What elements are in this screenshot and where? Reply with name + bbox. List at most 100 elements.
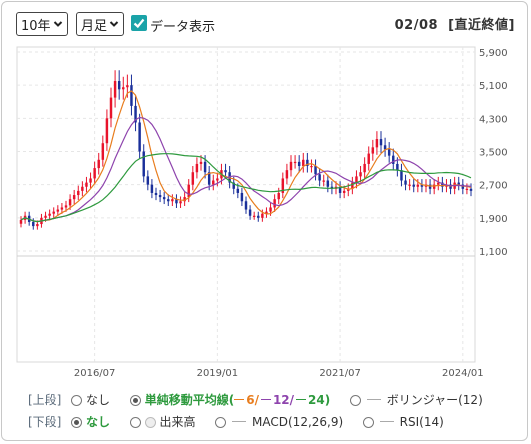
candle-body xyxy=(269,207,272,212)
candle-body xyxy=(101,143,105,160)
x-tick-label: 2016/07 xyxy=(74,368,116,379)
candle-body xyxy=(36,224,39,227)
candle-body xyxy=(150,184,154,193)
candle-body xyxy=(97,159,100,169)
candle-body xyxy=(392,155,395,164)
candle-body xyxy=(240,192,244,202)
candle-body xyxy=(19,219,23,224)
candle-body xyxy=(212,180,215,185)
candle-body xyxy=(138,122,141,152)
candle-body xyxy=(277,192,280,200)
candle-body xyxy=(383,145,387,150)
candle-body xyxy=(416,184,420,187)
price-chart: 5,900 5,100 4,300 3,500 2,700 1,900 1,100 2016… xyxy=(16,46,508,379)
y-tick-label: 3,500 xyxy=(479,148,508,159)
candle-body xyxy=(195,163,199,173)
candle-body xyxy=(314,166,317,175)
upper-label: [上段] xyxy=(28,393,62,407)
x-tick-label: 2021/07 xyxy=(319,368,361,379)
lower-none-label: なし xyxy=(86,415,111,429)
volume-radio[interactable] xyxy=(129,417,141,428)
candle-body xyxy=(252,215,256,217)
candle-body xyxy=(322,180,325,182)
candle-body xyxy=(162,197,166,200)
candle-body xyxy=(105,118,109,144)
candle-body xyxy=(77,190,80,196)
candle-body xyxy=(379,139,383,146)
macd-radio[interactable] xyxy=(215,417,227,428)
candle-body xyxy=(289,161,293,171)
lower-label: [下段] xyxy=(28,415,62,429)
candle-body xyxy=(396,163,399,171)
candle-body xyxy=(44,215,47,218)
sma-label: 単純移動平均線( xyxy=(144,393,235,407)
y-tick-label: 2,700 xyxy=(479,181,508,192)
candle-body xyxy=(363,163,366,173)
candle-body xyxy=(404,180,407,185)
candle-body xyxy=(244,201,248,210)
candle-body xyxy=(224,170,227,173)
candle-body xyxy=(72,195,76,200)
y-tick-label: 1,100 xyxy=(479,247,508,258)
x-tick-labels: 2016/07 2019/01 2021/07 2024/01 xyxy=(74,368,484,379)
candle-body xyxy=(326,180,330,187)
rsi-label: RSI(14) xyxy=(399,415,444,429)
candle-body xyxy=(375,139,379,148)
volume-label: 出来高 xyxy=(159,415,196,429)
candle-body xyxy=(387,149,391,156)
lower-none-radio[interactable] xyxy=(71,417,83,428)
candle-body xyxy=(64,205,68,208)
rsi-line-icon xyxy=(379,421,394,422)
candle-body xyxy=(367,153,370,164)
upper-sma-radio[interactable] xyxy=(129,395,141,406)
candle-body xyxy=(171,199,174,202)
upper-none-radio[interactable] xyxy=(71,395,83,406)
candle-body xyxy=(126,85,129,88)
candle-body xyxy=(261,213,264,218)
candle-body xyxy=(113,81,117,98)
candle-body xyxy=(109,97,113,119)
y-tick-labels: 5,900 5,100 4,300 3,500 2,700 1,900 1,100 xyxy=(479,48,508,258)
sma-24-label: 24) xyxy=(294,393,330,407)
y-tick-label: 5,900 xyxy=(479,48,508,59)
rsi-radio[interactable] xyxy=(363,417,374,428)
y-tick-label: 1,900 xyxy=(479,214,508,225)
candle-body xyxy=(359,172,362,177)
y-tick-label: 5,100 xyxy=(479,81,508,92)
candle-body xyxy=(187,184,190,198)
bollinger-label: ボリンジャー(12) xyxy=(386,393,483,407)
candle-body xyxy=(146,176,150,185)
candle-body xyxy=(154,192,158,196)
candle-body xyxy=(216,178,219,181)
candle-body xyxy=(179,201,182,204)
candle-body xyxy=(355,176,358,183)
candle-body xyxy=(56,209,60,212)
candle-body xyxy=(257,215,260,218)
candle-body xyxy=(48,213,51,216)
candle-body xyxy=(199,161,203,164)
x-tick-label: 2024/01 xyxy=(442,368,484,379)
candle-body xyxy=(465,188,469,191)
candle-body xyxy=(457,182,460,185)
candle-body xyxy=(81,186,84,191)
candle-body xyxy=(273,199,276,208)
sma-6-label: 6/ xyxy=(234,393,259,407)
candle-body xyxy=(68,199,72,206)
candle-body xyxy=(371,147,375,154)
candle-body xyxy=(297,161,301,167)
y-tick-label: 4,300 xyxy=(479,114,508,125)
candle-body xyxy=(248,209,252,216)
candle-body xyxy=(60,207,64,210)
candle-body xyxy=(122,87,125,90)
candle-body xyxy=(32,221,35,227)
macd-label: MACD(12,26,9) xyxy=(252,415,344,429)
candle-body xyxy=(318,174,321,181)
bollinger-radio[interactable] xyxy=(350,395,362,406)
candle-body xyxy=(142,151,145,177)
upper-controls: [上段] なし 単純移動平均線(6/12/24) ボリンジャー(12) xyxy=(28,391,483,408)
candle-body xyxy=(203,161,207,173)
candle-body xyxy=(236,188,240,193)
candle-body xyxy=(167,199,170,202)
candle-body xyxy=(469,188,473,191)
lower-controls: [下段] なし 出来高 MACD(12,26,9) RSI(14) xyxy=(28,413,444,430)
